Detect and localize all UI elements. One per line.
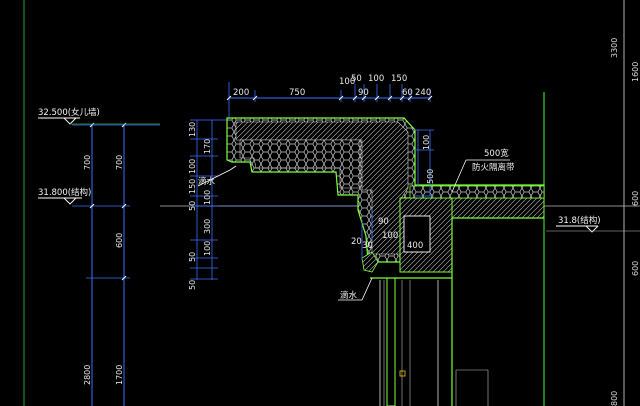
reference-lines	[23, 0, 640, 406]
dim-top-200: 200	[233, 88, 249, 98]
dim-inner-30: 30	[362, 241, 373, 251]
dim-col-50b: 50	[188, 252, 197, 262]
dim-top-750: 750	[289, 88, 305, 98]
note-firebreak-label: 防火隔离带	[472, 162, 515, 173]
dim-right-600a: 600	[631, 191, 640, 206]
dim-col-300: 300	[203, 219, 212, 234]
dim-left-1700: 1700	[115, 365, 124, 385]
dim-col-100b: 100	[203, 190, 212, 205]
dim-col-170: 170	[203, 139, 212, 154]
dim-top-90: 90	[358, 88, 369, 98]
dim-inner-90: 90	[378, 217, 389, 227]
level-marker-structure-right[interactable]: 31.8(结构)	[546, 215, 640, 233]
dim-right-800: 800	[610, 391, 619, 406]
dim-right-1600: 1600	[631, 62, 640, 82]
top-dimension-chain: 200 750 100 50 100 90 150 60 240	[226, 74, 433, 120]
dim-left-600: 600	[115, 233, 124, 248]
parapet-dimension-column: 130 170 100 150 50 100 300 50 100 50	[188, 119, 228, 290]
dim-col-130: 130	[188, 122, 197, 137]
dim-left-700b: 700	[115, 155, 124, 170]
dim-inner-100b: 100	[382, 231, 398, 241]
level-structure-right-label: 31.8(结构)	[558, 215, 601, 226]
dim-inner-400: 400	[407, 241, 423, 251]
note-drip-upper: 滴水	[198, 176, 216, 187]
dim-col-150: 150	[188, 179, 197, 194]
dim-inner-500: 500	[426, 169, 435, 184]
annotation-drip-upper[interactable]: 滴水	[197, 165, 237, 187]
dim-col-50c: 50	[188, 280, 197, 290]
dim-right-3300: 3300	[610, 38, 619, 58]
parapet-section	[226, 117, 545, 406]
dim-inner-100: 100	[422, 135, 431, 150]
right-dimension-chain: 3300 1600 600 600 800	[610, 38, 640, 406]
dim-col-50a: 50	[188, 201, 197, 211]
note-drip-lower: 滴水	[340, 290, 358, 301]
dim-inner-20: 20	[351, 237, 362, 247]
dim-col-100: 100	[188, 159, 197, 174]
dim-top-150: 150	[391, 74, 407, 84]
level-parapet-label: 32.500(女儿墙)	[38, 107, 100, 118]
dim-left-2800: 2800	[83, 365, 92, 385]
dim-right-600b: 600	[631, 261, 640, 276]
level-marker-structure[interactable]: 31.800(结构)	[38, 187, 91, 205]
annotation-drip-lower[interactable]: 滴水	[338, 277, 373, 301]
dim-top-60: 60	[402, 88, 413, 98]
marker-square	[399, 370, 406, 377]
left-dimension-chain: 700 700 600 2800 1700	[72, 122, 160, 406]
level-structure-label: 31.800(结构)	[38, 187, 91, 198]
dim-top-100b: 100	[368, 74, 384, 84]
dim-left-700a: 700	[83, 155, 92, 170]
dim-top-50: 50	[351, 74, 362, 84]
note-firebreak-width: 500宽	[484, 148, 509, 159]
dim-col-100c: 100	[203, 241, 212, 256]
dim-top-240: 240	[415, 88, 431, 98]
cad-drawing-canvas[interactable]: 200 750 100 50 100 90 150 60 240 700 700…	[0, 0, 640, 406]
level-marker-parapet[interactable]: 32.500(女儿墙)	[38, 107, 160, 125]
